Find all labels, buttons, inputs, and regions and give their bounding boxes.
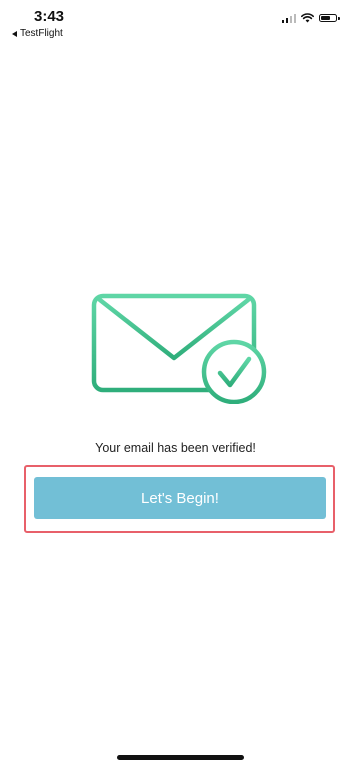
back-arrow-icon xyxy=(12,30,17,37)
signal-icon xyxy=(281,13,296,23)
back-label: TestFlight xyxy=(20,28,63,39)
battery-icon xyxy=(319,14,340,22)
wifi-icon xyxy=(301,13,314,23)
lets-begin-button[interactable]: Let's Begin! xyxy=(34,477,326,519)
envelope-check-icon xyxy=(91,293,267,404)
verification-screen: 3:43 TestFlight Your email has been veri… xyxy=(0,0,351,767)
status-time: 3:43 xyxy=(34,8,65,25)
battery-level xyxy=(321,16,331,20)
verification-message: Your email has been verified! xyxy=(95,441,256,455)
back-to-testflight-link[interactable]: TestFlight xyxy=(12,28,63,39)
status-icons xyxy=(281,13,340,23)
home-indicator[interactable] xyxy=(117,755,244,760)
